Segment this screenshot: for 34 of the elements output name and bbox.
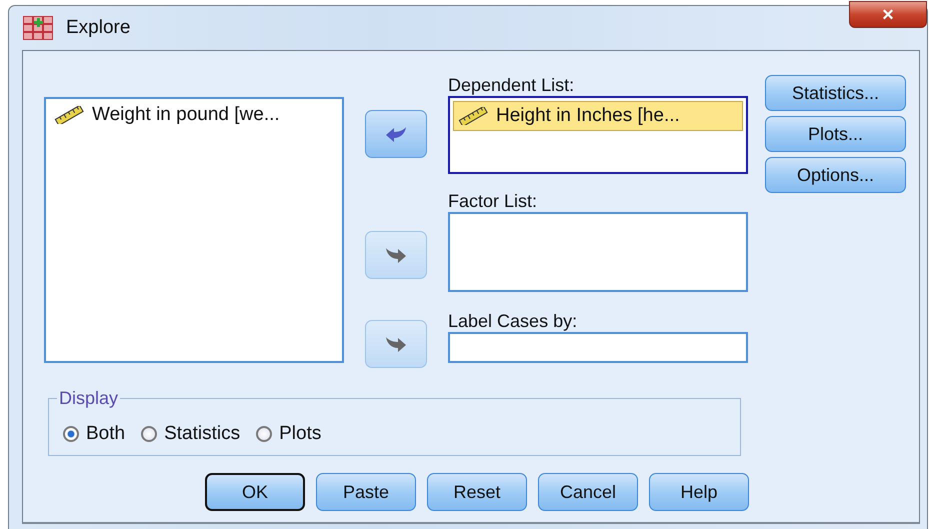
radio-label: Both [86,423,126,445]
dialog-button[interactable]: Paste [316,473,416,511]
dialog-button[interactable]: OK [205,473,305,511]
dialog-button[interactable]: Cancel [538,473,638,511]
radio-button[interactable] [141,426,158,442]
spreadsheet-icon [23,16,53,40]
dialog-button[interactable]: Statistics... [765,75,906,111]
move-button[interactable] [365,110,427,158]
dialog-button[interactable]: Plots... [765,116,906,152]
display-group-title: Display [58,388,120,409]
dependent-list[interactable]: Height in Inches [he... [448,96,748,174]
radio-label: Plots [279,423,322,445]
label-cases-label: Label Cases by: [448,311,578,332]
dialog-button[interactable]: Reset [427,473,527,511]
dependent-list-label: Dependent List: [448,75,574,96]
factor-list[interactable] [448,212,748,292]
label-cases-field[interactable] [448,332,748,363]
factor-list-label: Factor List: [448,191,538,212]
arrow-right-icon [384,246,408,264]
radio-label: Statistics [164,423,240,445]
radio-button[interactable] [63,426,79,442]
variable-item[interactable]: Height in Inches [he... [453,101,743,131]
window-title: Explore [66,17,130,39]
display-radio[interactable]: Statistics [141,423,240,445]
arrow-right-icon [384,335,408,353]
dialog-button[interactable]: Options... [765,157,906,193]
display-radio[interactable]: Plots [256,423,322,445]
display-radio[interactable]: Both [63,423,126,445]
radio-button[interactable] [256,426,272,442]
variable-list[interactable]: Weight in pound [we... [44,97,344,363]
dialog-button[interactable]: Help [649,473,749,511]
arrow-left-icon [384,125,408,143]
variable-item[interactable]: Weight in pound [we... [50,101,338,129]
close-button[interactable]: × [849,1,927,28]
